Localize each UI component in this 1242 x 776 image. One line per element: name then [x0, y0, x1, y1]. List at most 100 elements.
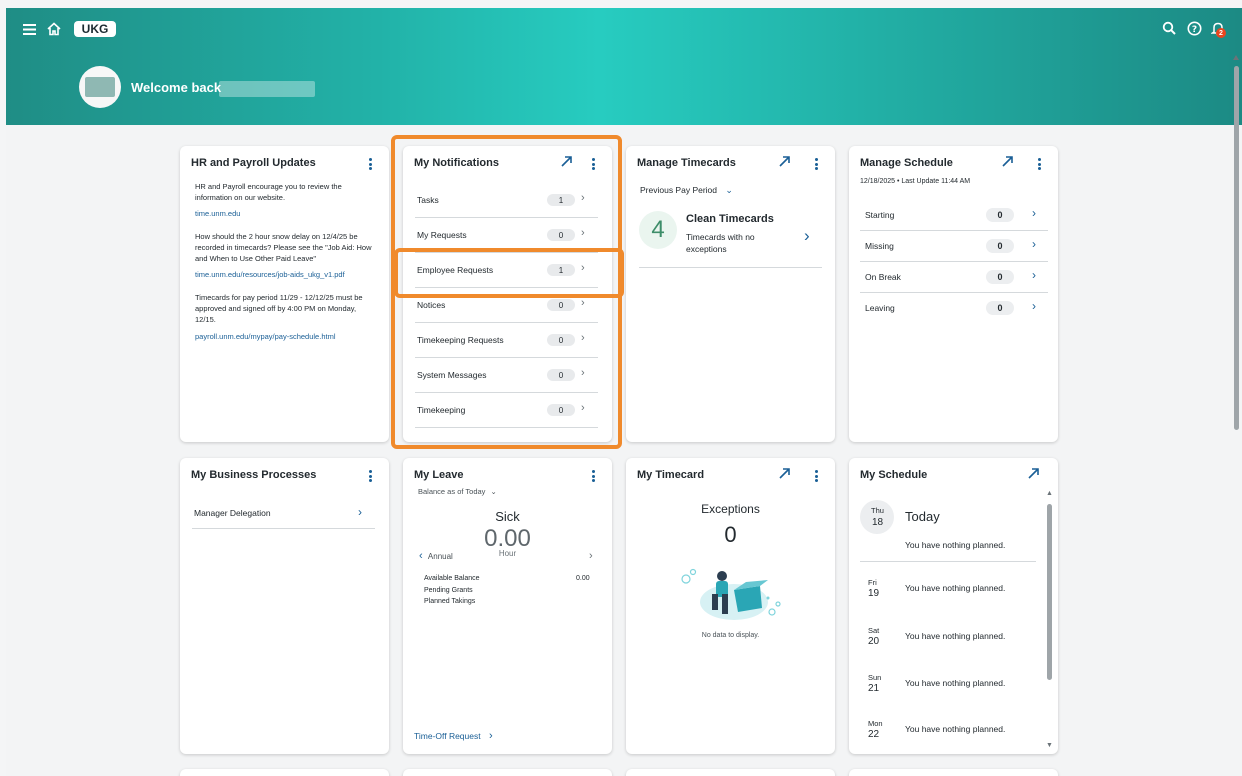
more-options-icon[interactable]: [1034, 157, 1044, 171]
card-title: My Business Processes: [191, 469, 317, 481]
page-scrollbar-thumb[interactable]: [1234, 66, 1239, 430]
day-status-text: You have nothing planned.: [905, 724, 1006, 734]
day-status-text: You have nothing planned.: [905, 678, 1006, 688]
schedule-scrollbar-thumb[interactable]: [1047, 504, 1052, 680]
clean-timecards-count: 4: [651, 216, 665, 243]
scroll-down-arrow-icon[interactable]: ▼: [1046, 742, 1053, 749]
available-balance-label: Available Balance: [424, 575, 480, 582]
card-partial: [180, 769, 389, 776]
day-number: 19: [868, 588, 880, 599]
count-badge: 0: [986, 301, 1014, 315]
day-status-text: You have nothing planned.: [905, 540, 1006, 550]
hr-link[interactable]: time.unm.edu: [195, 209, 240, 218]
menu-icon[interactable]: [22, 22, 36, 36]
previous-leave-button[interactable]: ‹ Annual: [419, 550, 453, 562]
row-label: Leaving: [865, 303, 895, 313]
card-title: Manage Timecards: [637, 157, 736, 169]
schedule-day-today[interactable]: Thu 18 Today You have nothing planned.: [860, 498, 1036, 562]
more-options-icon[interactable]: [365, 469, 375, 483]
more-options-icon[interactable]: [811, 469, 821, 483]
chevron-right-icon: ›: [1032, 206, 1036, 220]
manager-delegation-row[interactable]: Manager Delegation ›: [192, 504, 375, 529]
notification-count-badge: 2: [1216, 28, 1226, 38]
arrow-right-icon[interactable]: [1001, 155, 1014, 171]
arrow-right-icon[interactable]: [778, 467, 791, 483]
help-icon[interactable]: ?: [1186, 20, 1202, 36]
search-icon[interactable]: [1161, 20, 1177, 36]
chevron-right-icon: ›: [358, 505, 362, 519]
count-badge: 0: [986, 208, 1014, 222]
clean-timecards-circle: 4: [639, 211, 677, 249]
planned-takings-label: Planned Takings: [424, 598, 476, 605]
avatar[interactable]: [79, 66, 121, 108]
top-bar: UKG ? 2: [6, 8, 1242, 48]
card-partial: [626, 769, 835, 776]
balance-as-of-label: Balance as of Today: [418, 487, 486, 496]
schedule-scrollbar[interactable]: ▲ ▼: [1046, 490, 1054, 752]
chevron-right-icon: ›: [1032, 268, 1036, 282]
chevron-right-icon: ›: [488, 730, 493, 742]
exceptions-label: Exceptions: [701, 502, 760, 516]
day-number: 22: [868, 729, 880, 740]
schedule-day[interactable]: Sun 21 You have nothing planned.: [860, 669, 1036, 709]
more-options-icon[interactable]: [588, 469, 598, 483]
day-number: 18: [872, 517, 884, 528]
chevron-right-icon[interactable]: ›: [804, 226, 810, 246]
exceptions-value: 0: [724, 522, 737, 547]
chevron-down-icon: ⌄: [490, 487, 497, 496]
hr-paragraph: Timecards for pay period 11/29 - 12/12/2…: [195, 293, 363, 324]
ukg-logo[interactable]: UKG: [74, 21, 116, 37]
chevron-right-icon[interactable]: ›: [589, 550, 593, 562]
schedule-day[interactable]: Mon 22 You have nothing planned.: [860, 715, 1036, 751]
day-name: Sun: [868, 673, 882, 682]
schedule-row-leaving[interactable]: Leaving 0 ›: [860, 293, 1048, 324]
pending-grants-label: Pending Grants: [424, 587, 473, 594]
more-options-icon[interactable]: [811, 157, 821, 171]
day-status-text: You have nothing planned.: [905, 631, 1006, 641]
leave-type: Sick: [495, 509, 520, 524]
chevron-right-icon: ›: [1032, 237, 1036, 251]
highlight-employee-requests: [394, 248, 624, 298]
schedule-row-on-break[interactable]: On Break 0 ›: [860, 262, 1048, 293]
available-balance-value: 0.00: [576, 575, 590, 582]
row-label: Missing: [865, 241, 894, 251]
day-name: Mon: [868, 719, 883, 728]
schedule-row-missing[interactable]: Missing 0 ›: [860, 231, 1048, 262]
hr-link[interactable]: time.unm.edu/resources/job-aids_ukg_v1.p…: [195, 270, 345, 279]
day-name: Thu: [871, 506, 884, 515]
card-title: My Schedule: [860, 469, 928, 481]
card-partial: [403, 769, 612, 776]
my-timecard-card: My Timecard Exceptions 0 No data to disp…: [626, 458, 835, 754]
manage-schedule-card: Manage Schedule 12/18/2025 • Last Update…: [849, 146, 1058, 442]
row-label: Manager Delegation: [194, 508, 271, 518]
hr-paragraph: HR and Payroll encourage you to review t…: [195, 182, 342, 202]
card-title: My Timecard: [637, 469, 705, 481]
hr-payroll-card: HR and Payroll Updates HR and Payroll en…: [180, 146, 389, 442]
time-off-request-label: Time-Off Request: [414, 731, 481, 741]
schedule-day[interactable]: Fri 19 You have nothing planned.: [860, 574, 1036, 614]
arrow-right-icon[interactable]: [778, 155, 791, 171]
home-icon[interactable]: [46, 21, 62, 37]
more-options-icon[interactable]: [365, 157, 375, 171]
time-off-request-link[interactable]: Time-Off Request ›: [414, 730, 493, 742]
count-badge: 0: [986, 270, 1014, 284]
row-label: Starting: [865, 210, 895, 220]
manage-timecards-card: Manage Timecards Previous Pay Period ⌄ 4…: [626, 146, 835, 442]
card-title: HR and Payroll Updates: [191, 157, 316, 169]
balance-as-of-dropdown[interactable]: Balance as of Today ⌄: [418, 487, 497, 496]
hr-paragraph: How should the 2 hour snow delay on 12/4…: [195, 232, 372, 263]
chevron-down-icon: ⌄: [725, 185, 733, 195]
header-banner: UKG ? 2 Welcome back: [6, 8, 1242, 125]
redacted-user-name: [219, 81, 315, 97]
business-processes-card: My Business Processes Manager Delegation…: [180, 458, 389, 754]
schedule-row-starting[interactable]: Starting 0 ›: [860, 200, 1048, 231]
arrow-right-icon[interactable]: [1027, 467, 1040, 483]
pay-period-dropdown[interactable]: Previous Pay Period ⌄: [640, 185, 733, 196]
scroll-up-arrow-icon[interactable]: ▲: [1046, 490, 1053, 497]
last-update-text: 12/18/2025 • Last Update 11:44 AM: [860, 178, 971, 185]
previous-leave-label: Annual: [427, 552, 453, 561]
day-number: 21: [868, 683, 880, 694]
hr-link[interactable]: payroll.unm.edu/mypay/pay-schedule.html: [195, 332, 336, 341]
day-status-text: You have nothing planned.: [905, 583, 1006, 593]
schedule-day[interactable]: Sat 20 You have nothing planned.: [860, 622, 1036, 662]
